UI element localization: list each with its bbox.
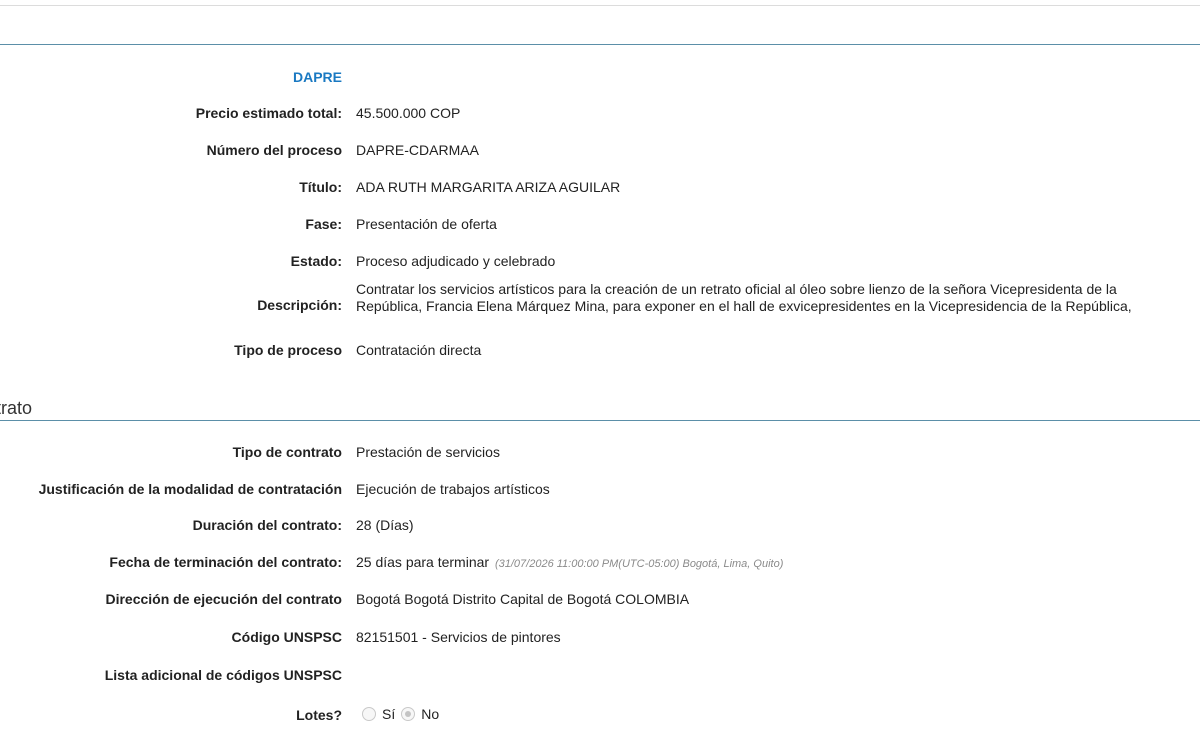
- lotes-label: Lotes?: [296, 707, 342, 723]
- contract-duration-value: 28 (Días): [356, 517, 414, 533]
- estimated-price-value: 45.500.000 COP: [356, 105, 461, 121]
- process-number-value: DAPRE-CDARMAA: [356, 142, 479, 158]
- lotes-radio-group: Sí No: [362, 706, 445, 722]
- section-divider-top: [0, 44, 1200, 45]
- days-remaining: 25 días para terminar: [356, 554, 490, 570]
- process-number-label: Número del proceso: [206, 142, 342, 158]
- contract-duration-label: Duración del contrato:: [192, 517, 342, 533]
- section-divider-contract: [0, 420, 1200, 421]
- process-type-value: Contratación directa: [356, 342, 482, 358]
- contract-section-title: ntrato: [0, 398, 33, 418]
- unspsc-code-label: Código UNSPSC: [231, 629, 342, 645]
- modality-justification-value: Ejecución de trabajos artísticos: [356, 481, 550, 497]
- phase-value: Presentación de oferta: [356, 216, 497, 232]
- end-date-label: Fecha de terminación del contrato:: [109, 554, 342, 570]
- process-detail-page: DAPRE Precio estimado total: 45.500.000 …: [0, 0, 1200, 756]
- estimated-price-label: Precio estimado total:: [195, 105, 342, 121]
- modality-justification-label: Justificación de la modalidad de contrat…: [38, 481, 342, 497]
- end-date-value: 25 días para terminar (31/07/2026 11:00:…: [356, 554, 783, 570]
- lotes-no-radio[interactable]: [401, 707, 416, 721]
- entity-name: DAPRE: [292, 69, 342, 85]
- contract-type-label: Tipo de contrato: [232, 444, 342, 460]
- title-label: Título:: [299, 179, 342, 195]
- description-label: Descripción:: [257, 297, 342, 313]
- status-value: Proceso adjudicado y celebrado: [356, 253, 556, 269]
- execution-address-value: Bogotá Bogotá Distrito Capital de Bogotá…: [356, 591, 690, 607]
- title-value: ADA RUTH MARGARITA ARIZA AGUILAR: [356, 179, 621, 195]
- description-value: Contratar los servicios artísticos para …: [356, 281, 1132, 314]
- contract-type-value: Prestación de servicios: [356, 444, 500, 460]
- lotes-no-label: No: [421, 706, 440, 722]
- lotes-yes-radio[interactable]: [362, 707, 376, 721]
- execution-address-label: Dirección de ejecución del contrato: [105, 591, 342, 607]
- top-divider: [0, 5, 1200, 6]
- end-date-timestamp: (31/07/2026 11:00:00 PM(UTC-05:00) Bogot…: [494, 558, 784, 570]
- additional-unspsc-label: Lista adicional de códigos UNSPSC: [104, 667, 342, 683]
- lotes-yes-label: Sí: [382, 706, 396, 722]
- phase-label: Fase:: [305, 216, 342, 232]
- process-type-label: Tipo de proceso: [234, 342, 342, 358]
- unspsc-code-value: 82151501 - Servicios de pintores: [356, 629, 561, 645]
- status-label: Estado:: [290, 253, 342, 269]
